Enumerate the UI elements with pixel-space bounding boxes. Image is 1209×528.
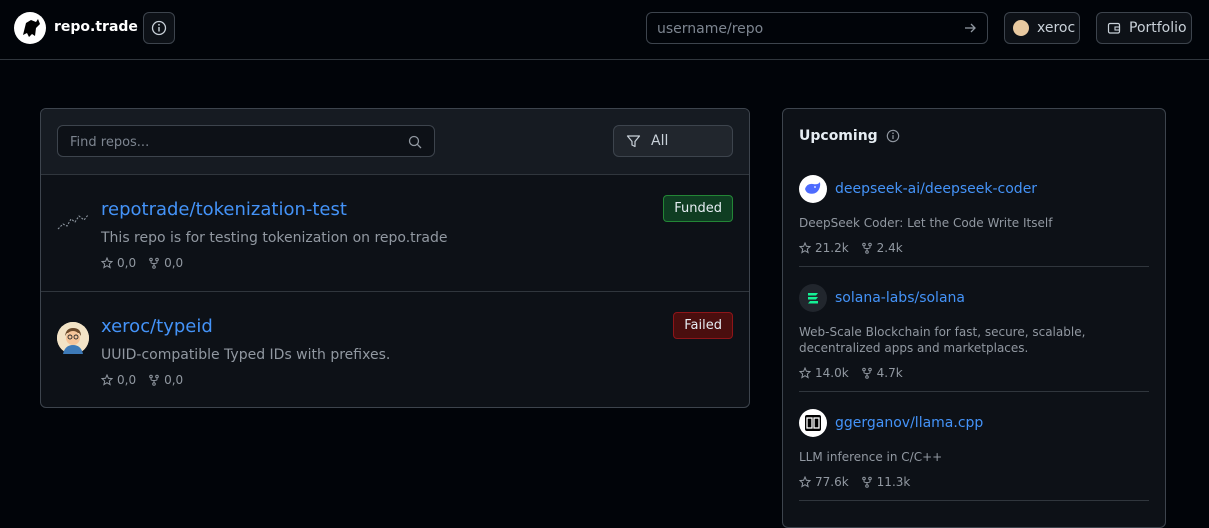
find-repos-box xyxy=(57,125,435,157)
upcoming-repo-stats: 14.0k 4.7k xyxy=(799,366,1149,391)
solana-avatar xyxy=(799,284,827,312)
repo-row[interactable]: xeroc/typeid UUID-compatible Typed IDs w… xyxy=(41,292,749,407)
user-button[interactable]: xeroc xyxy=(1004,12,1080,44)
repo-list-panel: All repotrade/tokenization-test This rep… xyxy=(40,108,750,408)
star-icon xyxy=(799,367,811,379)
forks-stat: 4.7k xyxy=(861,366,903,380)
filter-label: All xyxy=(651,133,669,149)
llama-cpp-avatar xyxy=(799,409,827,437)
forks-stat: 2.4k xyxy=(861,241,903,255)
filter-icon xyxy=(626,134,641,147)
solana-icon xyxy=(808,293,818,304)
arrow-right-icon[interactable] xyxy=(963,21,977,35)
stars-stat: 0,0 xyxy=(101,256,136,270)
upcoming-repo-link[interactable]: deepseek-ai/deepseek-coder xyxy=(835,181,1037,197)
brand-name[interactable]: repo.trade xyxy=(54,19,138,35)
forks-stat: 0,0 xyxy=(148,373,183,387)
upcoming-heading: Upcoming xyxy=(799,128,878,144)
user-avatar xyxy=(1013,20,1029,36)
search-icon xyxy=(408,135,422,149)
repo-description: This repo is for testing tokenization on… xyxy=(101,230,448,246)
forks-count: 2.4k xyxy=(876,241,903,255)
llama-cpp-icon xyxy=(805,415,821,431)
status-badge: Funded xyxy=(663,195,733,222)
upcoming-item[interactable]: solana-labs/solana Web-Scale Blockchain … xyxy=(799,284,1149,392)
stars-stat: 0,0 xyxy=(101,373,136,387)
whale-icon xyxy=(805,182,821,194)
repo-list-toolbar: All xyxy=(41,109,749,175)
status-badge: Failed xyxy=(673,312,733,339)
upcoming-repo-description: LLM inference in C/C++ xyxy=(799,450,943,464)
upcoming-repo-description: Web-Scale Blockchain for fast, secure, s… xyxy=(799,325,1086,355)
portfolio-button[interactable]: Portfolio xyxy=(1096,12,1192,44)
fork-icon xyxy=(149,374,159,386)
repo-avatar xyxy=(57,205,89,237)
deepseek-avatar xyxy=(799,175,827,203)
upcoming-repo-link[interactable]: ggerganov/llama.cpp xyxy=(835,415,983,431)
wallet-icon xyxy=(1107,22,1121,34)
repo-name-link[interactable]: repotrade/tokenization-test xyxy=(101,199,347,220)
repo-avatar xyxy=(57,322,89,354)
upcoming-repo-stats: 21.2k 2.4k xyxy=(799,241,1149,266)
forks-stat: 0,0 xyxy=(148,256,183,270)
repo-trade-logo-icon[interactable] xyxy=(14,12,46,44)
upcoming-repo-stats: 77.6k 11.3k xyxy=(799,475,1149,500)
repo-row[interactable]: repotrade/tokenization-test This repo is… xyxy=(41,175,749,292)
upcoming-item-header: solana-labs/solana xyxy=(799,284,1149,312)
repo-stats: 0,0 0,0 xyxy=(101,256,183,270)
find-repos-input[interactable] xyxy=(70,132,390,152)
forks-count: 11.3k xyxy=(876,475,911,489)
upcoming-repo-description: DeepSeek Coder: Let the Code Write Itsel… xyxy=(799,216,1053,230)
info-button[interactable] xyxy=(143,12,175,44)
filter-dropdown[interactable]: All xyxy=(613,125,733,157)
repo-lookup-box xyxy=(646,12,988,44)
portfolio-label: Portfolio xyxy=(1129,20,1187,36)
stars-count: 77.6k xyxy=(815,475,849,489)
repo-stats: 0,0 0,0 xyxy=(101,373,183,387)
stars-count: 21.2k xyxy=(815,241,849,255)
upcoming-item-header: deepseek-ai/deepseek-coder xyxy=(799,175,1149,203)
stars-count: 0,0 xyxy=(117,256,137,270)
stars-count: 14.0k xyxy=(815,366,849,380)
upcoming-item[interactable]: deepseek-ai/deepseek-coder DeepSeek Code… xyxy=(799,175,1149,267)
repo-description: UUID-compatible Typed IDs with prefixes. xyxy=(101,347,391,363)
fork-icon xyxy=(861,242,872,254)
upcoming-repo-link[interactable]: solana-labs/solana xyxy=(835,290,965,306)
star-icon xyxy=(101,374,113,386)
fork-icon xyxy=(861,476,872,488)
upcoming-item-header: ggerganov/llama.cpp xyxy=(799,409,1149,437)
star-icon xyxy=(799,476,811,488)
info-icon xyxy=(151,20,167,36)
stars-stat: 14.0k xyxy=(799,366,849,380)
forks-stat: 11.3k xyxy=(861,475,911,489)
star-icon xyxy=(101,257,113,269)
upcoming-item[interactable]: ggerganov/llama.cpp LLM inference in C/C… xyxy=(799,409,1149,501)
repo-name-link[interactable]: xeroc/typeid xyxy=(101,316,213,337)
user-name: xeroc xyxy=(1037,20,1076,36)
stars-stat: 77.6k xyxy=(799,475,849,489)
fork-icon xyxy=(861,367,872,379)
stars-stat: 21.2k xyxy=(799,241,849,255)
fork-icon xyxy=(149,257,159,269)
upcoming-panel: Upcoming deepseek-ai/deepseek-coder Deep… xyxy=(782,108,1166,528)
forks-count: 4.7k xyxy=(876,366,903,380)
info-icon[interactable] xyxy=(886,129,900,143)
repo-lookup-input[interactable] xyxy=(657,19,947,39)
top-navbar: repo.trade xeroc Portfolio xyxy=(0,0,1209,60)
forks-count: 0,0 xyxy=(164,256,184,270)
upcoming-title: Upcoming xyxy=(799,128,900,144)
forks-count: 0,0 xyxy=(164,373,184,387)
star-icon xyxy=(799,242,811,254)
stars-count: 0,0 xyxy=(117,373,137,387)
